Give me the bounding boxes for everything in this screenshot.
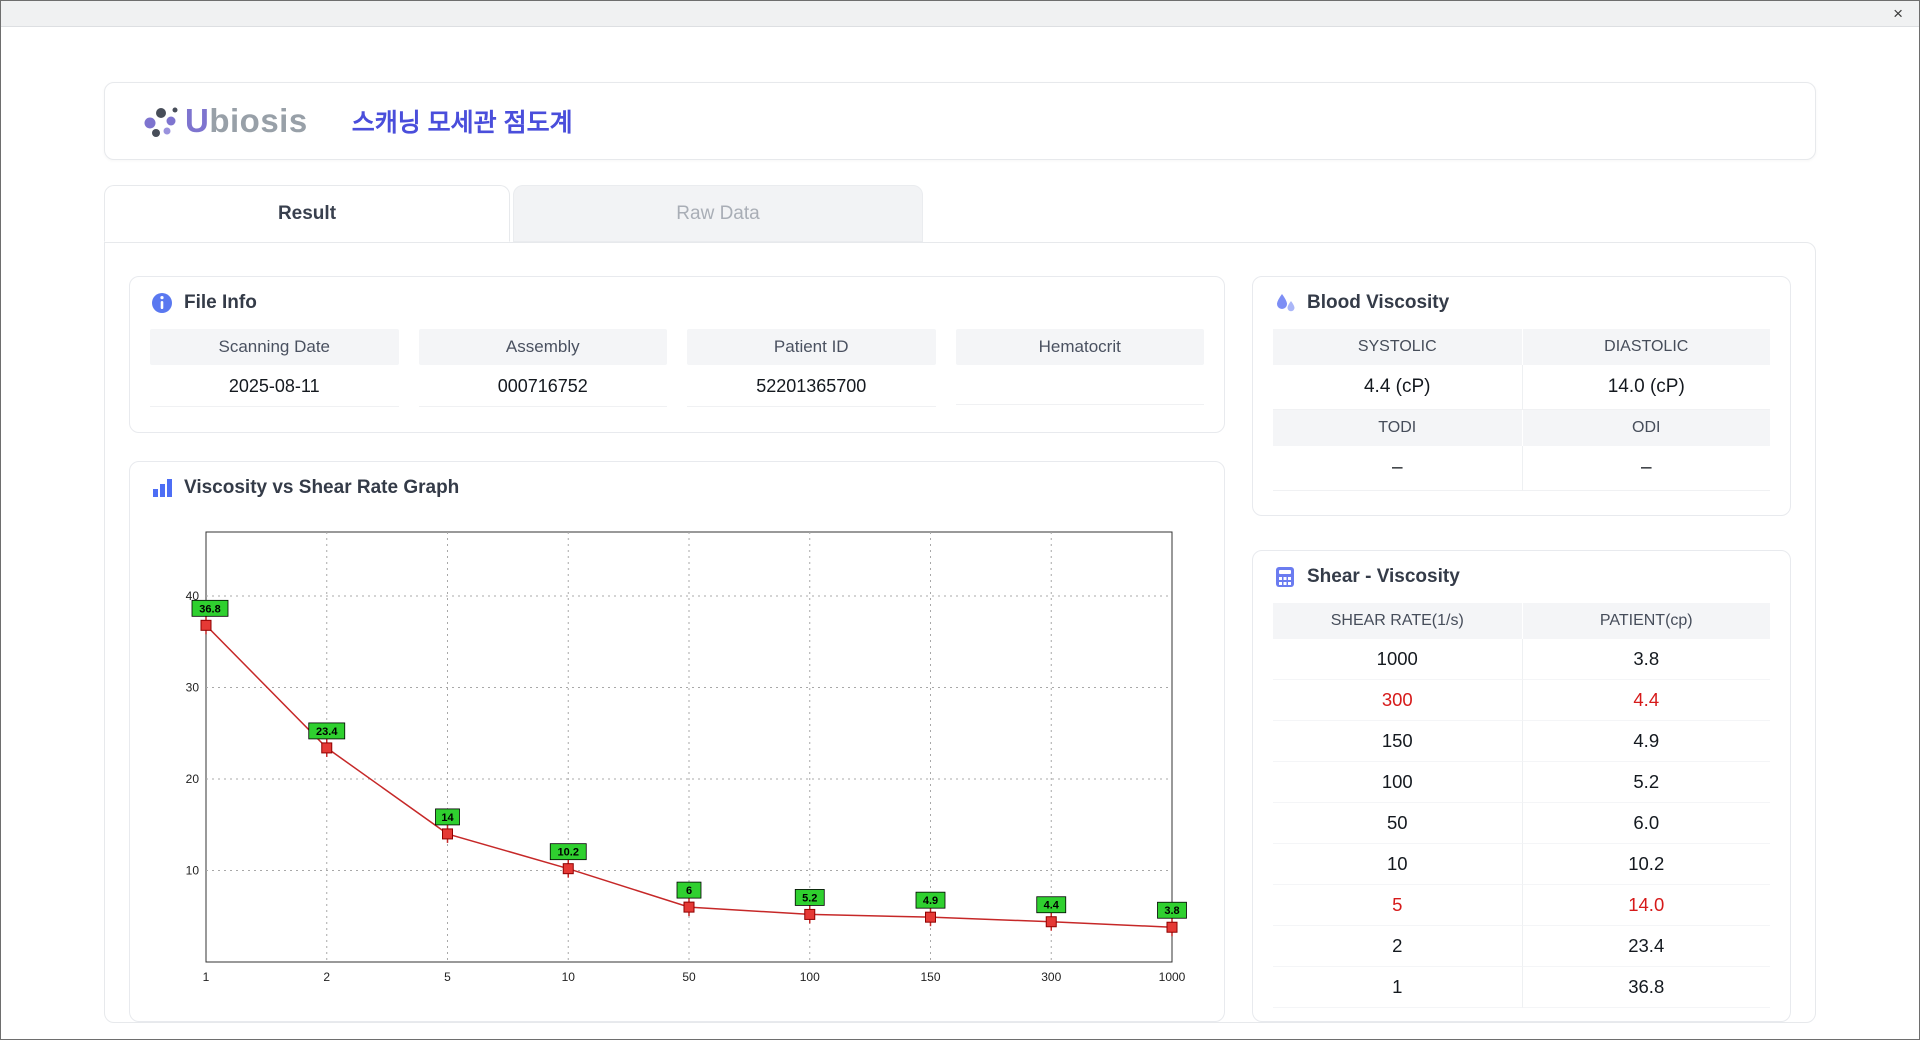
field-label: Scanning Date <box>150 329 399 365</box>
table-row-patient: 10.2 <box>1521 844 1770 885</box>
table-row-patient: 23.4 <box>1521 926 1770 967</box>
app-window: × Ubiosis 스캐닝 모세관 점도계 Result Raw Data Fi… <box>0 0 1920 1040</box>
logo-text: Ubiosis <box>185 102 308 140</box>
table-row-patient: 36.8 <box>1521 967 1770 1008</box>
shear-viscosity-title: Shear - Viscosity <box>1307 566 1460 587</box>
svg-text:300: 300 <box>1041 970 1061 984</box>
svg-text:10: 10 <box>186 863 200 877</box>
table-row-patient: 6.0 <box>1521 803 1770 844</box>
app-logo: Ubiosis <box>141 101 308 141</box>
info-icon <box>150 291 174 315</box>
svg-text:6: 6 <box>686 885 692 897</box>
table-row-patient: 4.4 <box>1521 680 1770 721</box>
svg-text:5.2: 5.2 <box>802 892 817 904</box>
blood-viscosity-panel: Blood Viscosity SYSTOLIC DIASTOLIC 4.4 (cP… <box>1252 276 1791 516</box>
table-row-patient: 14.0 <box>1521 885 1770 926</box>
svg-text:5: 5 <box>444 970 451 984</box>
file-info-header: File Info <box>150 291 1204 315</box>
bv-value-cell: 4.4 (cP) <box>1273 365 1522 410</box>
field-value: 2025-08-11 <box>150 365 399 407</box>
field-value: 000716752 <box>418 365 667 407</box>
table-row-shear: 10 <box>1273 844 1522 885</box>
svg-text:150: 150 <box>920 970 940 984</box>
field-label: Patient ID <box>687 329 936 365</box>
table-row-shear: 150 <box>1273 721 1522 762</box>
svg-text:100: 100 <box>800 970 820 984</box>
table-row-patient: 5.2 <box>1521 762 1770 803</box>
table-row-shear: 5 <box>1273 885 1522 926</box>
tab-raw-data[interactable]: Raw Data <box>513 185 923 242</box>
file-info-field: Scanning Date 2025-08-11 <box>150 329 399 407</box>
logo-text-rest: biosis <box>209 102 308 139</box>
blood-viscosity-header: Blood Viscosity <box>1273 291 1770 315</box>
left-column: File Info Scanning Date 2025-08-11 Assembl… <box>129 276 1225 1022</box>
svg-text:14: 14 <box>441 812 454 824</box>
svg-text:2: 2 <box>323 970 330 984</box>
graph-panel: Viscosity vs Shear Rate Graph 10 20 30 40 1 2… <box>129 460 1225 1022</box>
table-row-shear: 1000 <box>1273 639 1522 680</box>
bv-value-cell: – <box>1273 446 1522 491</box>
shear-viscosity-panel: Shear - Viscosity SHEAR RATE(1/s) PATIENT… <box>1252 550 1791 1022</box>
file-info-field: Assembly 000716752 <box>418 329 667 407</box>
page-title: 스캐닝 모세관 점도계 <box>351 109 573 137</box>
close-icon[interactable]: × <box>1893 5 1903 22</box>
sv-column-header: PATIENT(cp) <box>1521 603 1770 639</box>
viscosity-chart: 102030401 2 5 10 50 100 150 300 100036.823.41410… <box>186 531 1187 984</box>
tab-result[interactable]: Result <box>104 185 510 242</box>
svg-text:10.2: 10.2 <box>558 846 579 858</box>
header-card: Ubiosis 스캐닝 모세관 점도계 <box>104 82 1816 160</box>
svg-text:20: 20 <box>186 772 200 786</box>
bv-header-cell: DIASTOLIC <box>1521 329 1770 365</box>
file-info-panel: File Info Scanning Date 2025-08-11 Assembl… <box>129 276 1225 433</box>
tab-bar: Result Raw Data <box>104 185 1816 242</box>
svg-text:23.4: 23.4 <box>316 726 338 738</box>
svg-text:50: 50 <box>682 970 696 984</box>
table-row-shear: 100 <box>1273 762 1522 803</box>
file-info-fields: Scanning Date 2025-08-11 Assembly 000716752… <box>150 329 1204 407</box>
logo-text-cap: U <box>185 102 210 139</box>
sv-column-header: SHEAR RATE(1/s) <box>1273 603 1522 639</box>
droplet-icon <box>1273 291 1297 315</box>
graph-title: Viscosity vs Shear Rate Graph <box>184 476 460 498</box>
svg-text:30: 30 <box>186 680 200 694</box>
calculator-icon <box>1273 565 1297 589</box>
blood-viscosity-title: Blood Viscosity <box>1307 292 1450 313</box>
svg-text:4.9: 4.9 <box>923 895 938 907</box>
right-column: Blood Viscosity SYSTOLIC DIASTOLIC 4.4 (cP… <box>1252 276 1791 1022</box>
shear-viscosity-table: SHEAR RATE(1/s) PATIENT(cp) 1000 3.8 300 4.4 1… <box>1273 603 1770 1008</box>
main-content: File Info Scanning Date 2025-08-11 Assembl… <box>104 242 1816 1023</box>
table-row-patient: 3.8 <box>1521 639 1770 680</box>
table-row-shear: 50 <box>1273 803 1522 844</box>
svg-text:1000: 1000 <box>1159 970 1186 984</box>
shear-viscosity-header: Shear - Viscosity <box>1273 565 1770 589</box>
table-row-patient: 4.9 <box>1521 721 1770 762</box>
blood-viscosity-grid: SYSTOLIC DIASTOLIC 4.4 (cP) 14.0 (cP) TODI OD… <box>1273 329 1770 491</box>
table-row-shear: 1 <box>1273 967 1522 1008</box>
bv-header-cell: SYSTOLIC <box>1273 329 1522 365</box>
table-row-shear: 2 <box>1273 926 1522 967</box>
field-value <box>955 365 1204 405</box>
field-value: 52201365700 <box>687 365 936 407</box>
bv-header-cell: ODI <box>1521 410 1770 446</box>
bv-header-cell: TODI <box>1273 410 1522 446</box>
titlebar: × <box>1 1 1919 27</box>
graph-header: Viscosity vs Shear Rate Graph <box>150 476 1204 500</box>
svg-text:4.4: 4.4 <box>1044 899 1060 911</box>
bar-chart-icon <box>150 476 174 500</box>
file-info-field: Patient ID 52201365700 <box>687 329 936 407</box>
file-info-title: File Info <box>184 292 257 313</box>
svg-text:36.8: 36.8 <box>199 603 220 615</box>
chart-container: 10 20 30 40 1 2 5 10 50 100 150 300 1000 36.8 23.4 14 10… <box>150 514 1204 1001</box>
svg-text:10: 10 <box>562 970 576 984</box>
field-label: Assembly <box>418 329 667 365</box>
bv-value-cell: 14.0 (cP) <box>1521 365 1770 410</box>
field-label: Hematocrit <box>955 329 1204 365</box>
bv-value-cell: – <box>1521 446 1770 491</box>
svg-text:1: 1 <box>203 970 210 984</box>
svg-text:3.8: 3.8 <box>1164 905 1179 917</box>
table-row-shear: 300 <box>1273 680 1522 721</box>
file-info-field: Hematocrit <box>955 329 1204 407</box>
logo-dots-icon <box>141 101 181 141</box>
